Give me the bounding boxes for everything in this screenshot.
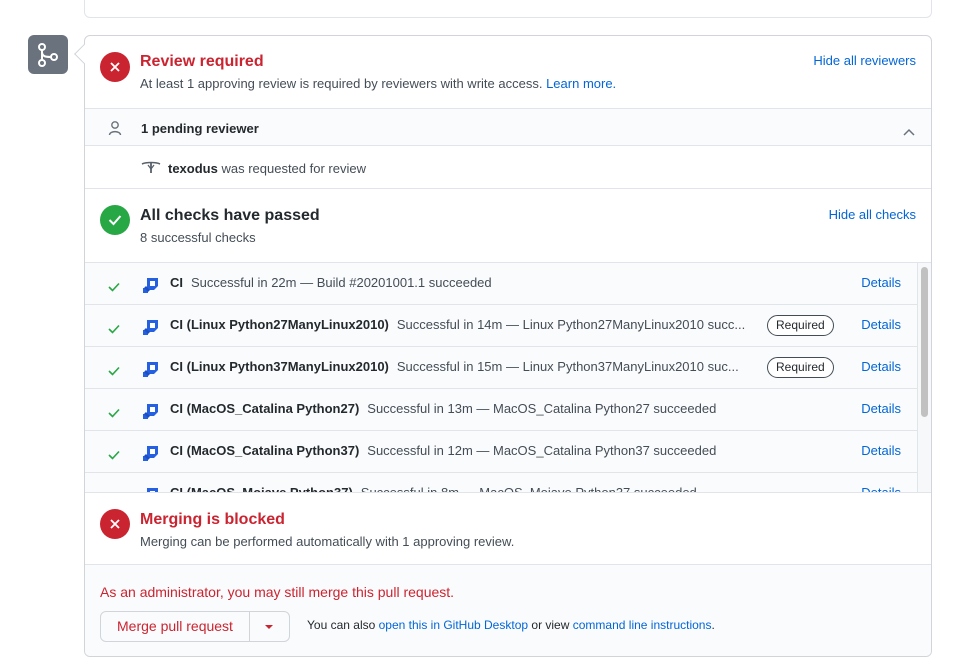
merge-status-panel: Review required At least 1 approving rev… <box>84 35 932 657</box>
person-icon <box>108 120 122 139</box>
reviewer-row: texodus was requested for review <box>85 146 931 188</box>
azure-pipelines-icon <box>141 401 161 424</box>
check-line: CI (MacOS_Catalina Python27) Successful i… <box>170 401 840 416</box>
check-icon <box>108 321 120 337</box>
merge-pull-request-button[interactable]: Merge pull request <box>101 612 250 641</box>
check-description: Successful in 14m — Linux Python27ManyLi… <box>396 317 746 332</box>
check-name: CI (Linux Python27ManyLinux2010) <box>170 317 389 332</box>
azure-pipelines-icon <box>141 317 161 340</box>
command-line-instructions-link[interactable]: command line instructions <box>573 618 712 632</box>
required-badge: Required <box>767 315 834 336</box>
check-circle-icon <box>100 205 130 235</box>
required-badge: Required <box>767 357 834 378</box>
check-details-link[interactable]: Details <box>861 317 901 332</box>
or-view-text: or view <box>531 618 570 632</box>
merge-blocked-title: Merging is blocked <box>140 511 285 528</box>
merge-blocked-description: Merging can be performed automatically w… <box>140 534 515 549</box>
pending-reviewer-label: 1 pending reviewer <box>141 121 259 136</box>
check-line: CI (Linux Python27ManyLinux2010) Successf… <box>170 317 758 332</box>
check-name: CI (MacOS_Catalina Python37) <box>170 443 360 458</box>
check-icon <box>108 447 120 463</box>
admin-note: As an administrator, you may still merge… <box>100 584 455 600</box>
merge-blocked-section: Merging is blocked Merging can be perfor… <box>85 493 931 564</box>
checks-scrollbar[interactable] <box>917 263 931 492</box>
check-icon <box>108 363 120 379</box>
azure-pipelines-icon <box>141 359 161 382</box>
x-circle-icon <box>100 52 130 82</box>
scrollbar-thumb[interactable] <box>921 267 928 417</box>
review-section: Review required At least 1 approving rev… <box>85 36 931 108</box>
review-title: Review required <box>140 53 264 70</box>
learn-more-link[interactable]: Learn more. <box>546 76 616 91</box>
check-line: CI (MacOS_Mojave Python37) Successful in … <box>170 485 840 493</box>
open-github-desktop-link[interactable]: open this in GitHub Desktop <box>379 618 528 632</box>
hide-all-reviewers-link[interactable]: Hide all reviewers <box>813 53 916 68</box>
merge-options-dropdown[interactable] <box>250 612 289 641</box>
check-description: Successful in 8m — MacOS_Mojave Python37… <box>360 485 697 493</box>
merge-alternatives-text: You can also open this in GitHub Desktop… <box>307 618 715 632</box>
checks-title: All checks have passed <box>140 207 320 224</box>
checks-subtitle: 8 successful checks <box>140 230 256 245</box>
x-circle-icon <box>100 509 130 539</box>
git-merge-icon <box>28 35 68 74</box>
check-details-link[interactable]: Details <box>861 275 901 290</box>
check-line: CI (MacOS_Catalina Python37) Successful i… <box>170 443 840 458</box>
check-row: CI (Linux Python37ManyLinux2010) Successf… <box>85 347 917 389</box>
review-description: At least 1 approving review is required … <box>140 76 616 91</box>
merge-button-group: Merge pull request <box>100 611 290 642</box>
check-row: CI (MacOS_Catalina Python27) Successful i… <box>85 389 917 431</box>
check-description: Successful in 22m — Build #20201001.1 su… <box>191 275 492 290</box>
check-details-link[interactable]: Details <box>861 401 901 416</box>
triangle-down-icon <box>265 624 274 629</box>
check-details-link[interactable]: Details <box>861 485 901 492</box>
check-name: CI (MacOS_Mojave Python37) <box>170 485 353 493</box>
check-name: CI (MacOS_Catalina Python27) <box>170 401 360 416</box>
check-description: Successful in 12m — MacOS_Catalina Pytho… <box>367 443 717 458</box>
check-line: CI Successful in 22m — Build #20201001.1 … <box>170 275 840 290</box>
check-icon <box>108 279 120 295</box>
chevron-up-icon[interactable] <box>903 123 915 139</box>
review-description-text: At least 1 approving review is required … <box>140 76 543 91</box>
pending-reviewers-header[interactable]: 1 pending reviewer <box>85 108 931 146</box>
check-details-link[interactable]: Details <box>861 443 901 458</box>
reviewer-text: texodus was requested for review <box>168 161 366 176</box>
also-prefix: You can also <box>307 618 376 632</box>
admin-merge-area: As an administrator, you may still merge… <box>85 564 931 656</box>
reviewer-name[interactable]: texodus <box>168 161 218 176</box>
check-details-link[interactable]: Details <box>861 359 901 374</box>
check-name: CI (Linux Python37ManyLinux2010) <box>170 359 389 374</box>
reviewer-suffix: was requested for review <box>221 161 366 176</box>
check-icon <box>108 405 120 421</box>
check-description: Successful in 15m — Linux Python37ManyLi… <box>396 359 739 374</box>
check-row: CI (MacOS_Mojave Python37) Successful in … <box>85 473 917 493</box>
check-row: CI Successful in 22m — Build #20201001.1 … <box>85 263 917 305</box>
azure-pipelines-icon <box>141 275 161 298</box>
azure-pipelines-icon <box>141 443 161 466</box>
period: . <box>711 618 715 632</box>
azure-pipelines-icon <box>141 485 161 492</box>
check-line: CI (Linux Python37ManyLinux2010) Successf… <box>170 359 758 374</box>
checks-list[interactable]: CI Successful in 22m — Build #20201001.1 … <box>85 262 931 493</box>
previous-timeline-box <box>84 0 932 18</box>
check-row: CI (MacOS_Catalina Python37) Successful i… <box>85 431 917 473</box>
check-description: Successful in 13m — MacOS_Catalina Pytho… <box>367 401 717 416</box>
checks-section: All checks have passed 8 successful chec… <box>85 189 931 262</box>
check-name: CI <box>170 275 183 290</box>
reviewer-avatar[interactable] <box>141 161 161 178</box>
hide-all-checks-link[interactable]: Hide all checks <box>829 207 916 222</box>
check-row: CI (Linux Python27ManyLinux2010) Successf… <box>85 305 917 347</box>
